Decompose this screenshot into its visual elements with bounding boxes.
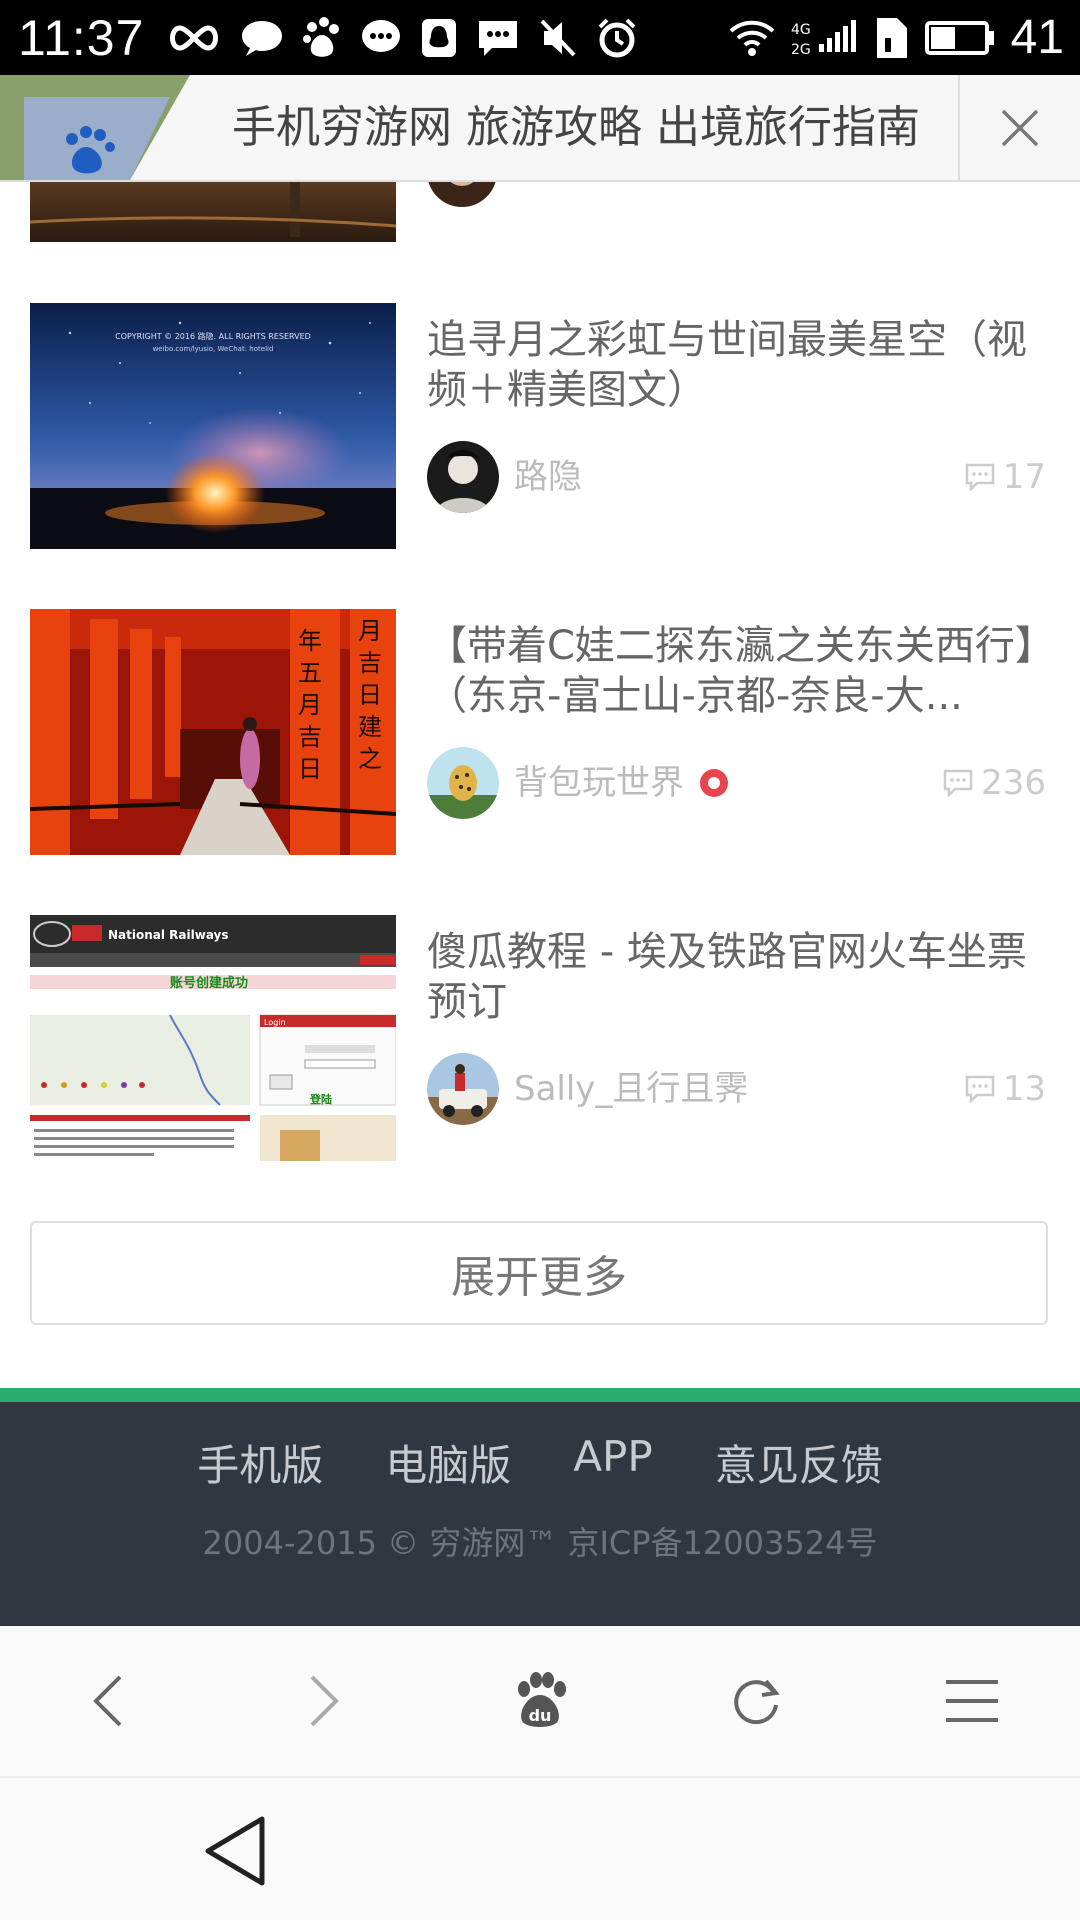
nav-back-icon bbox=[205, 1816, 265, 1886]
refresh-icon bbox=[734, 1679, 780, 1725]
signal-icon: 4G2G bbox=[791, 19, 856, 58]
thumbnail-submit-text: 登陆 bbox=[309, 1092, 332, 1106]
footer-link-app[interactable]: APP bbox=[573, 1432, 652, 1493]
sim-icon bbox=[876, 17, 907, 58]
avatar[interactable] bbox=[427, 441, 499, 513]
browser-forward-button[interactable] bbox=[254, 1626, 394, 1776]
svg-text:du: du bbox=[529, 1706, 552, 1725]
list-item[interactable]: 年五月吉日 月吉日建之 【带着C娃二探东瀛之关东关西行】（东京-富士山-京都-奈… bbox=[30, 609, 1046, 855]
svg-text:月: 月 bbox=[358, 617, 382, 645]
footer-links: 手机版 电脑版 APP 意见反馈 bbox=[0, 1432, 1080, 1493]
alarm-icon bbox=[599, 18, 636, 57]
avatar[interactable] bbox=[427, 1053, 499, 1125]
verified-badge-icon bbox=[700, 769, 728, 797]
sms-icon bbox=[479, 20, 518, 56]
comment-count: 17 bbox=[965, 450, 1046, 504]
svg-text:吉: 吉 bbox=[358, 649, 382, 677]
article-title[interactable]: 傻瓜教程 - 埃及铁路官网火车坐票预订 bbox=[427, 927, 1047, 1027]
comment-count: 13 bbox=[965, 1062, 1046, 1116]
battery-icon bbox=[924, 20, 994, 55]
author-name[interactable]: Sally_且行且霁 bbox=[514, 1062, 748, 1116]
article-title[interactable]: 【带着C娃二探东瀛之关东关西行】（东京-富士山-京都-奈良-大... bbox=[427, 621, 1047, 721]
browser-back-button[interactable] bbox=[38, 1626, 178, 1776]
svg-text:之: 之 bbox=[358, 745, 382, 773]
message-icon bbox=[362, 19, 401, 52]
status-bar: 11:37 4G 2G 41 bbox=[0, 0, 1080, 75]
thumbnail-caption-sub: weibo.com/lyusio, WeChat: hotelid bbox=[153, 345, 274, 353]
svg-text:4G: 4G bbox=[791, 22, 811, 38]
footer-link-mobile[interactable]: 手机版 bbox=[197, 1432, 323, 1493]
thumbnail-login-title: Login bbox=[264, 1018, 286, 1027]
svg-text:日: 日 bbox=[298, 755, 322, 783]
status-notification-icons bbox=[166, 16, 638, 59]
baidu-paw-icon bbox=[303, 16, 340, 57]
svg-text:月: 月 bbox=[298, 691, 322, 719]
chat-bubble-icon bbox=[242, 20, 283, 56]
thumbnail-success-text: 账号创建成功 bbox=[170, 975, 248, 991]
thumbnail-caption: COPYRIGHT © 2016 路隐. ALL RIGHTS RESERVED bbox=[115, 331, 311, 341]
browser-menu-button[interactable] bbox=[902, 1626, 1042, 1776]
comment-icon bbox=[965, 1075, 994, 1103]
close-icon bbox=[1001, 109, 1039, 146]
expand-more-button[interactable]: 展开更多 bbox=[30, 1221, 1048, 1325]
menu-icon bbox=[946, 1680, 998, 1722]
avatar[interactable] bbox=[427, 747, 499, 819]
footer-copyright: 2004-2015 © 穷游网™ 京ICP备12003524号 bbox=[202, 1524, 878, 1562]
system-back-button[interactable] bbox=[190, 1808, 280, 1894]
comment-icon bbox=[943, 769, 973, 797]
partial-avatar bbox=[427, 182, 497, 208]
article-thumbnail: National Railways 账号创建成功 Login 登陆 bbox=[30, 915, 396, 1161]
svg-text:五: 五 bbox=[298, 659, 322, 687]
comment-icon bbox=[965, 463, 994, 491]
footer: 手机版 电脑版 APP 意见反馈 2004-2015 © 穷游网™ 京ICP备1… bbox=[0, 1402, 1080, 1626]
qq-icon bbox=[422, 18, 457, 57]
site-logo bbox=[0, 75, 190, 180]
page-title: 手机穷游网 旅游攻略 出境旅行指南 bbox=[232, 102, 920, 153]
list-item[interactable]: COPYRIGHT © 2016 路隐. ALL RIGHTS RESERVED… bbox=[30, 303, 1046, 549]
article-thumbnail: COPYRIGHT © 2016 路隐. ALL RIGHTS RESERVED… bbox=[30, 303, 396, 549]
page-title-bar: 手机穷游网 旅游攻略 出境旅行指南 bbox=[0, 75, 1080, 182]
author-name[interactable]: 背包玩世界 bbox=[514, 756, 728, 810]
article-title[interactable]: 追寻月之彩虹与世间最美星空（视频＋精美图文） bbox=[427, 315, 1047, 415]
baidu-home-icon: du bbox=[518, 1672, 566, 1727]
close-button[interactable] bbox=[958, 75, 1080, 180]
browser-refresh-button[interactable] bbox=[686, 1626, 826, 1776]
footer-accent-line bbox=[0, 1388, 1080, 1402]
thumbnail-header: National Railways bbox=[108, 928, 229, 942]
footer-link-feedback[interactable]: 意见反馈 bbox=[715, 1432, 883, 1493]
footer-link-desktop[interactable]: 电脑版 bbox=[385, 1432, 511, 1493]
back-arrow-icon bbox=[93, 1675, 122, 1727]
svg-text:日: 日 bbox=[358, 681, 382, 709]
comment-count: 236 bbox=[943, 756, 1046, 810]
forward-arrow-icon bbox=[310, 1675, 339, 1727]
list-item[interactable]: National Railways 账号创建成功 Login 登陆 傻瓜教程 -… bbox=[30, 915, 1046, 1161]
author-name[interactable]: 路隐 bbox=[514, 450, 582, 504]
browser-home-button[interactable]: du bbox=[470, 1626, 610, 1776]
system-navigation-bar bbox=[0, 1778, 1080, 1920]
status-system-icons: 4G 2G 41 bbox=[729, 10, 1064, 65]
status-time: 11:37 bbox=[18, 9, 145, 66]
partial-article-top[interactable] bbox=[30, 182, 396, 242]
svg-text:吉: 吉 bbox=[298, 723, 322, 751]
mute-icon bbox=[540, 19, 576, 56]
browser-toolbar: du bbox=[0, 1626, 1080, 1778]
article-thumbnail: 年五月吉日 月吉日建之 bbox=[30, 609, 396, 855]
wifi-icon bbox=[729, 20, 774, 56]
partial-thumbnail bbox=[30, 182, 396, 242]
svg-text:年: 年 bbox=[298, 627, 322, 655]
svg-text:2G: 2G bbox=[791, 42, 811, 58]
infinity-icon bbox=[170, 24, 219, 51]
battery-level: 41 bbox=[1010, 11, 1064, 64]
svg-text:建: 建 bbox=[358, 713, 382, 741]
